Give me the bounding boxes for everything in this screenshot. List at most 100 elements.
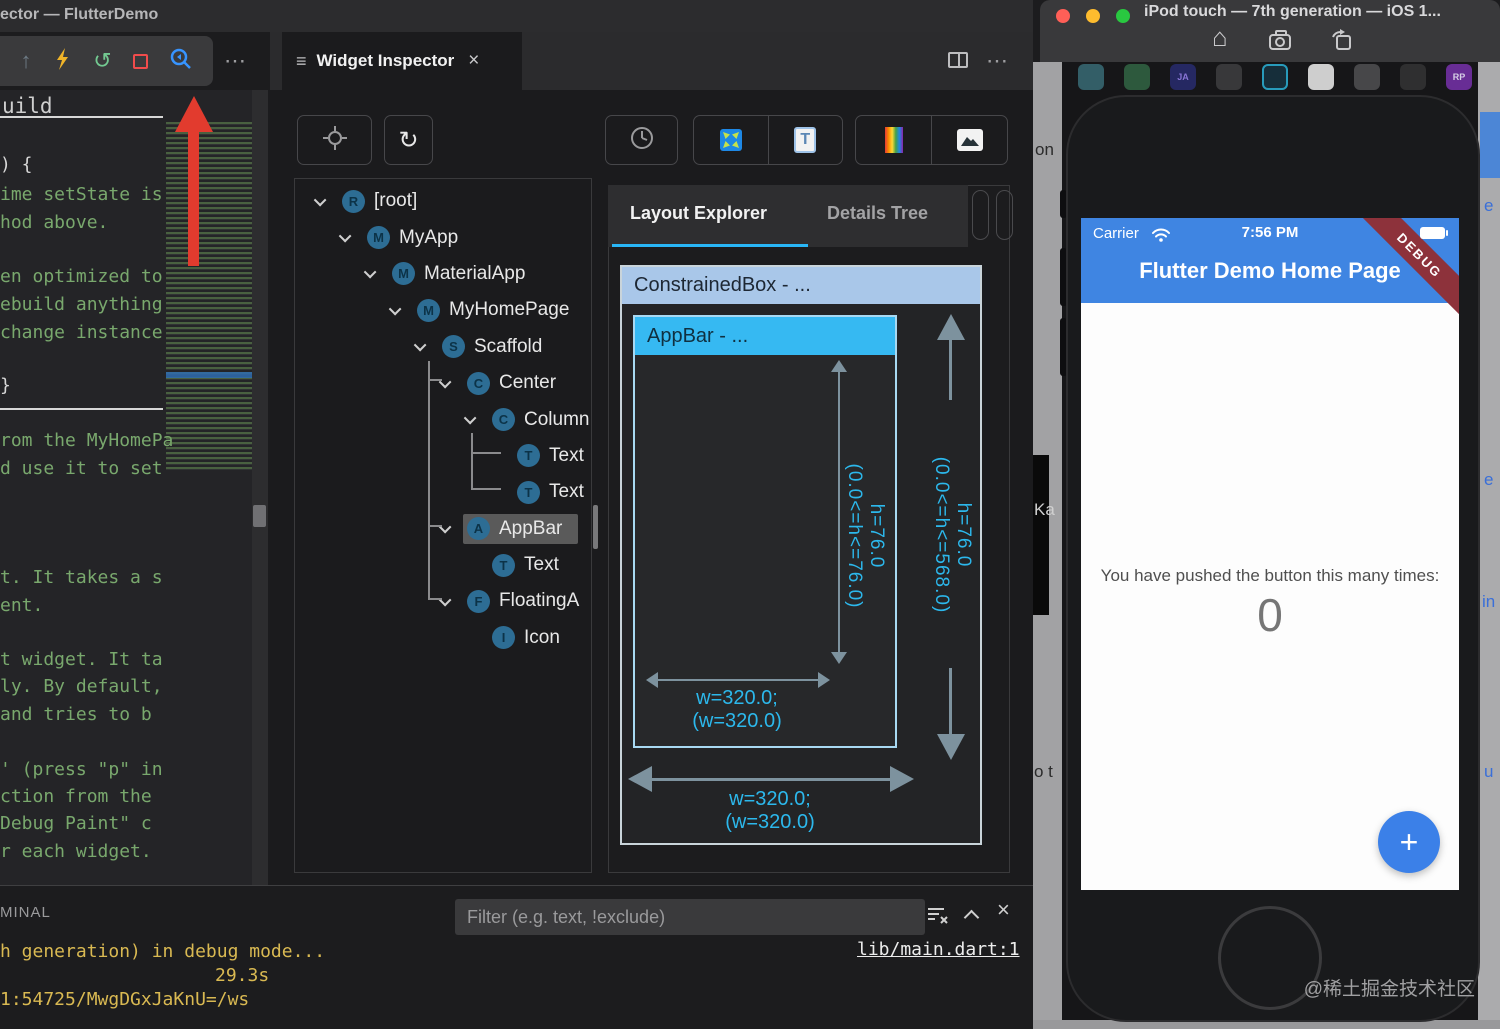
chevron-down-icon <box>438 520 452 534</box>
image-icon <box>956 129 983 151</box>
select-widget-button[interactable] <box>297 115 372 165</box>
highlight-repaints-button[interactable] <box>856 116 931 164</box>
dock-app-icon <box>1124 64 1150 90</box>
node-badge: R <box>342 189 365 213</box>
widget-tree: R [root] M MyApp M MaterialApp M MyHomePage … <box>294 178 592 873</box>
arrow-head-up <box>937 314 965 340</box>
chevron-down-icon <box>313 193 327 207</box>
tab-more-icon[interactable]: ⋯ <box>986 48 1009 74</box>
terminal-line: 29.3s <box>215 965 270 986</box>
step-up-icon[interactable]: ↑ <box>20 50 31 72</box>
guidelines-icon <box>719 129 742 151</box>
rotate-icon[interactable] <box>1328 28 1354 57</box>
toolbar-pill-button[interactable] <box>972 190 989 240</box>
tree-node-scaffold[interactable]: S Scaffold <box>295 329 591 365</box>
tree-connector <box>471 433 473 488</box>
restart-icon[interactable]: ↺ <box>93 50 111 72</box>
code-line: and tries to b <box>0 704 152 725</box>
tab-widget-inspector[interactable]: ≡ Widget Inspector × <box>282 32 522 90</box>
show-baselines-button[interactable]: T <box>769 116 843 164</box>
clock-icon <box>629 125 655 156</box>
simulator-titlebar[interactable]: iPod touch — 7th generation — iOS 1... ⌂ <box>1040 0 1500 62</box>
node-label: Text <box>524 554 559 576</box>
code-line: ) { <box>0 154 33 175</box>
background-text-fragment: Ka <box>1034 500 1055 519</box>
tab-details-tree[interactable]: Details Tree <box>827 203 928 224</box>
fab-increment-button[interactable]: + <box>1378 811 1440 873</box>
dock-app-icon <box>1354 64 1380 90</box>
dock-app-icon <box>1216 64 1242 90</box>
zoom-traffic-light[interactable] <box>1116 9 1130 23</box>
tree-node-column[interactable]: C Column <box>295 401 591 437</box>
split-editor-icon[interactable] <box>948 52 968 73</box>
outer-height-label: h=76.0 (0.0<=h<=568.0) <box>931 456 974 614</box>
minimize-traffic-light[interactable] <box>1086 9 1100 23</box>
close-panel-icon[interactable]: × <box>997 897 1010 923</box>
tree-node-text[interactable]: T Text <box>295 438 591 474</box>
code-line: ebuild anything <box>0 294 163 315</box>
active-tab-underline <box>612 244 808 247</box>
terminal-tab-label[interactable]: MINAL <box>0 904 51 921</box>
tree-node-materialapp[interactable]: M MaterialApp <box>295 256 591 292</box>
screenshot-root: ector — FlutterDemo ↑ ↺ ⋯ uild ) { ime s… <box>0 0 1500 1029</box>
tree-node-floatingactionbutton[interactable]: F FloatingA <box>295 583 591 619</box>
code-editor[interactable]: uild ) { ime setState is hod above. en o… <box>0 90 268 885</box>
show-guidelines-button[interactable] <box>694 116 768 164</box>
chevron-up-icon[interactable] <box>963 909 980 928</box>
tree-node-myhomepage[interactable]: M MyHomePage <box>295 292 591 328</box>
slow-animations-button[interactable] <box>605 115 678 165</box>
editor-scrollbar[interactable] <box>252 90 268 885</box>
background-text-fragment: on <box>1035 140 1054 159</box>
node-label: MyApp <box>399 226 459 248</box>
dock-app-icon <box>1262 64 1288 90</box>
hot-reload-icon[interactable] <box>52 47 72 76</box>
tree-node-text[interactable]: T Text <box>295 474 591 510</box>
code-line: ent. <box>0 595 44 616</box>
background-blue-bar <box>1480 112 1500 178</box>
height-arrow-inner <box>838 370 840 654</box>
tree-node-icon[interactable]: I Icon <box>295 620 591 656</box>
debug-toolbar: ↑ ↺ <box>0 36 213 86</box>
locate-icon <box>322 125 348 156</box>
screenshot-camera-icon[interactable] <box>1268 28 1296 57</box>
code-line: t. It takes a s <box>0 567 163 588</box>
node-badge: I <box>492 626 515 650</box>
editor-scrollbar-thumb[interactable] <box>253 505 266 527</box>
chevron-down-icon <box>338 229 352 243</box>
code-line: } <box>0 375 11 396</box>
home-icon[interactable]: ⌂ <box>1212 22 1228 53</box>
terminal-filter-input[interactable] <box>455 899 925 935</box>
tree-node-center[interactable]: C Center <box>295 365 591 401</box>
code-line: d use it to set <box>0 458 163 479</box>
node-badge: A <box>467 517 490 541</box>
tree-node-appbar-selected[interactable]: A AppBar <box>295 511 591 547</box>
code-line: r each widget. <box>0 841 152 862</box>
constrainedbox-header: ConstrainedBox - ... <box>622 267 980 304</box>
clear-filter-icon[interactable] <box>927 905 951 930</box>
terminal-panel: MINAL × h generation) in debug mode... 2… <box>0 885 1033 1029</box>
code-line: change instance <box>0 322 163 343</box>
tree-scrollbar-thumb[interactable] <box>593 505 598 549</box>
tab-title: Widget Inspector <box>316 51 455 70</box>
highlight-images-button[interactable] <box>932 116 1007 164</box>
stop-icon[interactable] <box>132 53 148 69</box>
close-traffic-light[interactable] <box>1056 9 1070 23</box>
tree-node-text[interactable]: T Text <box>295 547 591 583</box>
chevron-down-icon <box>413 338 427 352</box>
editor-minimap[interactable] <box>166 122 252 472</box>
node-badge: T <box>492 553 515 577</box>
tree-node-myapp[interactable]: M MyApp <box>295 219 591 255</box>
tree-node-root[interactable]: R [root] <box>295 183 591 219</box>
debug-toolbar-more-icon[interactable]: ⋯ <box>224 48 247 74</box>
refresh-tree-button[interactable]: ↻ <box>384 115 433 165</box>
close-tab-icon[interactable]: × <box>468 50 479 72</box>
guidelines-button-group: T <box>693 115 843 165</box>
terminal-line: 1:54725/MwgDGxJaKnU=/ws <box>0 989 250 1010</box>
toolbar-pill-button[interactable] <box>996 190 1013 240</box>
code-line: t widget. It ta <box>0 649 163 670</box>
background-text-fragment: u <box>1484 762 1494 781</box>
node-badge: S <box>442 335 465 359</box>
inspector-search-icon[interactable] <box>169 47 193 76</box>
source-link[interactable]: lib/main.dart:1 <box>857 939 1020 960</box>
tab-layout-explorer[interactable]: Layout Explorer <box>630 203 767 224</box>
